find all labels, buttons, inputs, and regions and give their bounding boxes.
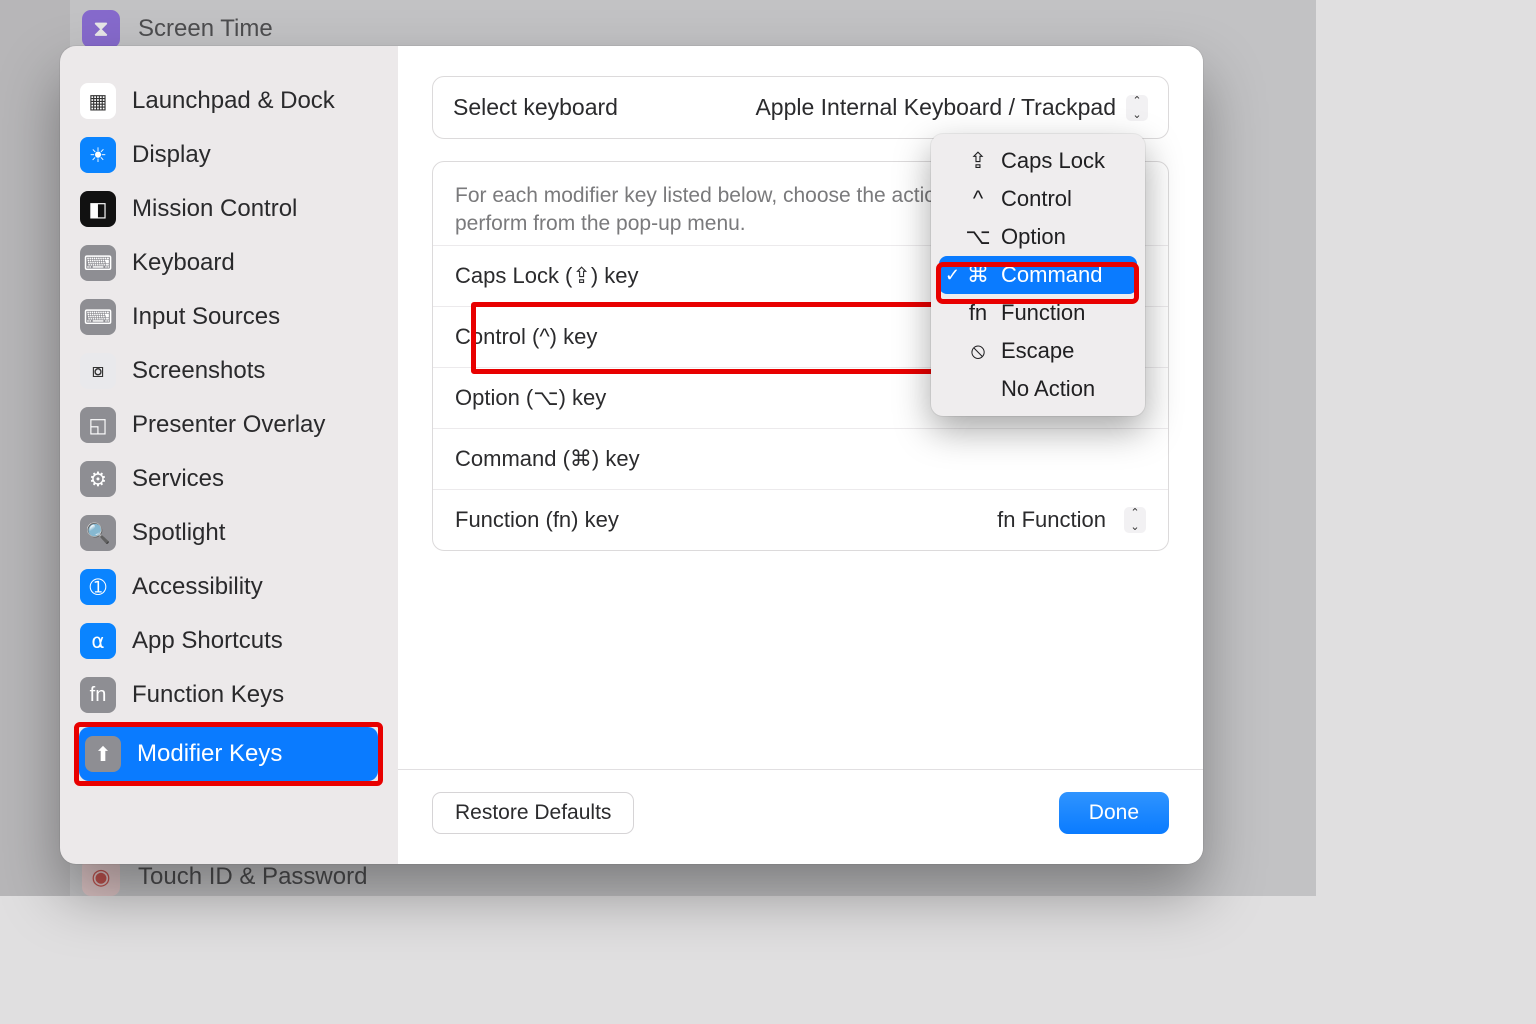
popover-item-option[interactable]: ⌥ Option — [939, 218, 1137, 256]
sidebar-item-app-shortcuts[interactable]: ⍺ App Shortcuts — [74, 614, 383, 668]
sidebar-item-mission-control[interactable]: ◧ Mission Control — [74, 182, 383, 236]
command-symbol-icon: ⌘ — [965, 262, 991, 288]
sidebar-item-function-keys[interactable]: fn Function Keys — [74, 668, 383, 722]
sidebar-item-modifier-keys[interactable]: ⬆ Modifier Keys — [79, 727, 378, 781]
option-symbol-icon: ⌥ — [965, 224, 991, 250]
done-button[interactable]: Done — [1059, 792, 1169, 834]
popover-item-escape[interactable]: ⦸ Escape — [939, 332, 1137, 370]
popover-item-label: Option — [1001, 224, 1066, 250]
spotlight-icon: 🔍 — [80, 515, 116, 551]
sidebar-item-label: Input Sources — [132, 303, 280, 331]
popover-item-label: Function — [1001, 300, 1085, 326]
popover-item-control[interactable]: ^ Control — [939, 180, 1137, 218]
accessibility-icon: ➀ — [80, 569, 116, 605]
popover-item-label: Escape — [1001, 338, 1074, 364]
popover-item-label: No Action — [1001, 376, 1095, 402]
sidebar-item-label: Spotlight — [132, 519, 225, 547]
sidebar-item-label: Launchpad & Dock — [132, 87, 335, 115]
sidebar-item-label: Mission Control — [132, 195, 297, 223]
modifier-row-4[interactable]: Function (fn) key fn Function — [433, 490, 1168, 550]
hourglass-icon: ⧗ — [82, 10, 120, 48]
screenshots-icon: ⧇ — [80, 353, 116, 389]
sidebar-item-keyboard[interactable]: ⌨ Keyboard — [74, 236, 383, 290]
keyboard-prefs-sidebar: ▦ Launchpad & Dock ☀ Display ◧ Mission Contro… — [60, 46, 398, 864]
caps-lock-symbol-icon: ⇪ — [965, 148, 991, 174]
sidebar-item-label: Presenter Overlay — [132, 411, 325, 439]
control-symbol-icon: ^ — [965, 186, 991, 212]
function-symbol-icon: fn — [965, 300, 991, 326]
sidebar-item-input-sources[interactable]: ⌨ Input Sources — [74, 290, 383, 344]
modifier-row-label: Control (^) key — [455, 324, 597, 350]
sheet-footer: Restore Defaults Done — [398, 769, 1203, 864]
app-shortcuts-icon: ⍺ — [80, 623, 116, 659]
chevron-updown-icon[interactable] — [1124, 507, 1146, 533]
modifier-row-label: Function (fn) key — [455, 507, 619, 533]
modifier-row-3[interactable]: Command (⌘) key — [433, 429, 1168, 490]
popover-item-label: Caps Lock — [1001, 148, 1105, 174]
popover-item-label: Control — [1001, 186, 1072, 212]
sidebar-item-label: Services — [132, 465, 224, 493]
input-sources-icon: ⌨ — [80, 299, 116, 335]
modifier-row-label: Caps Lock (⇪) key — [455, 263, 639, 289]
sidebar-item-label: Screenshots — [132, 357, 265, 385]
modifier-row-label: Option (⌥) key — [455, 385, 606, 411]
popover-item-command[interactable]: ✓⌘ Command — [939, 256, 1137, 294]
action-popover: ⇪ Caps Lock ^ Control ⌥ Option ✓⌘ Command fn Func… — [931, 134, 1145, 416]
modifier-row-value: fn Function — [997, 507, 1146, 533]
modifier-keys-icon: ⬆ — [85, 736, 121, 772]
restore-defaults-button[interactable]: Restore Defaults — [432, 792, 634, 834]
keyboard-icon: ⌨ — [80, 245, 116, 281]
keyboard-select-value: Apple Internal Keyboard / Trackpad — [755, 94, 1116, 121]
services-icon: ⚙ — [80, 461, 116, 497]
sidebar-item-label: App Shortcuts — [132, 627, 283, 655]
sidebar-item-spotlight[interactable]: 🔍 Spotlight — [74, 506, 383, 560]
keyboard-select-label: Select keyboard — [453, 94, 618, 121]
popover-item-caps-lock[interactable]: ⇪ Caps Lock — [939, 142, 1137, 180]
highlight-selected-sidebar: ⬆ Modifier Keys — [74, 722, 383, 786]
sidebar-item-presenter-overlay[interactable]: ◱ Presenter Overlay — [74, 398, 383, 452]
popover-item-no-action[interactable]: No Action — [939, 370, 1137, 408]
function-keys-icon: fn — [80, 677, 116, 713]
sidebar-item-label: Display — [132, 141, 211, 169]
modifier-row-label: Command (⌘) key — [455, 446, 640, 472]
display-icon: ☀ — [80, 137, 116, 173]
sidebar-item-display[interactable]: ☀ Display — [74, 128, 383, 182]
bg-row-1-label: Screen Time — [138, 15, 273, 43]
sidebar-item-label: Keyboard — [132, 249, 235, 277]
keyboard-select-row[interactable]: Select keyboard Apple Internal Keyboard … — [432, 76, 1169, 139]
sidebar-item-label: Accessibility — [132, 573, 263, 601]
sidebar-item-screenshots[interactable]: ⧇ Screenshots — [74, 344, 383, 398]
check-icon: ✓ — [945, 265, 960, 286]
popover-item-function[interactable]: fn Function — [939, 294, 1137, 332]
presenter-overlay-icon: ◱ — [80, 407, 116, 443]
sidebar-item-launchpad-dock[interactable]: ▦ Launchpad & Dock — [74, 74, 383, 128]
bg-row-2-label: Touch ID & Password — [138, 863, 367, 891]
mission-control-icon: ◧ — [80, 191, 116, 227]
chevron-updown-icon[interactable] — [1126, 95, 1148, 121]
sidebar-item-label: Modifier Keys — [137, 740, 282, 768]
launchpad-dock-icon: ▦ — [80, 83, 116, 119]
sidebar-item-services[interactable]: ⚙ Services — [74, 452, 383, 506]
popover-item-label: Command — [1001, 262, 1102, 288]
escape-symbol-icon: ⦸ — [965, 338, 991, 364]
sidebar-item-label: Function Keys — [132, 681, 284, 709]
sidebar-item-accessibility[interactable]: ➀ Accessibility — [74, 560, 383, 614]
